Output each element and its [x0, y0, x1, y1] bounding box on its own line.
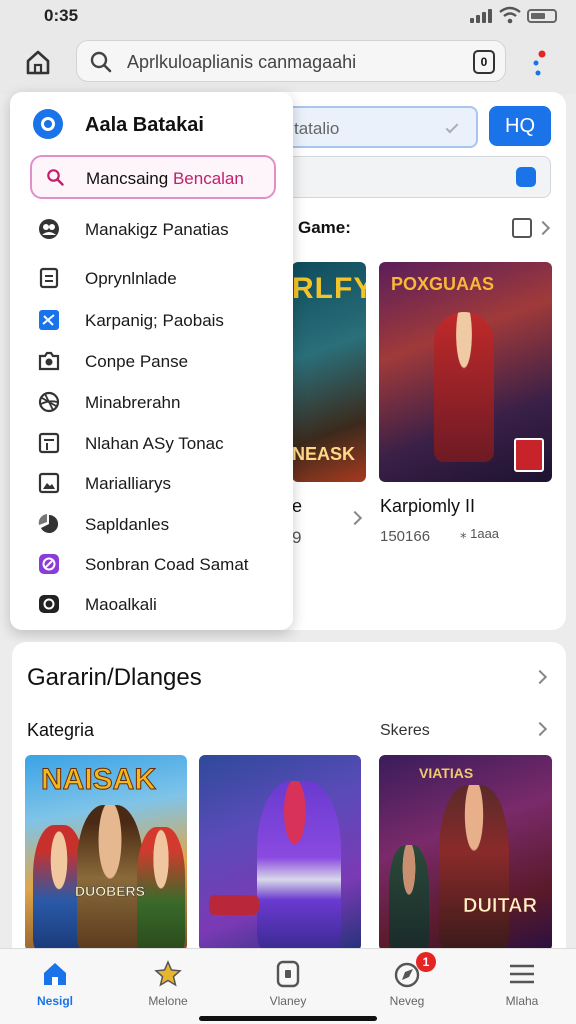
category-card-subtitle: DUITAR — [463, 895, 538, 918]
drawer-item-label: Conpe Panse — [85, 352, 189, 371]
drawer-item-6[interactable]: Marialliarys — [10, 466, 293, 502]
drawer-item-label: Maoalkali — [85, 595, 157, 614]
secondary-input[interactable] — [286, 156, 551, 198]
tab-count-button[interactable]: 0 — [473, 50, 495, 74]
drawer-item-label: Karpanig; Paobais — [85, 311, 224, 330]
game-card-title: POXGUAAS — [391, 274, 495, 294]
drawer-item-label: Oprynlnlade — [85, 269, 177, 288]
drawer-item-label: Manakigz Panatias — [85, 220, 229, 239]
gift-icon[interactable] — [512, 218, 532, 238]
drawer-item-8[interactable]: Sonbran Coad Samat — [10, 547, 293, 583]
drawer-item-7[interactable]: Sapldanles — [10, 507, 293, 543]
drawer-title: Aala Batakai — [85, 114, 204, 136]
category-label: Kategria — [27, 720, 95, 740]
drawer-item-9[interactable]: Maoalkali — [10, 587, 293, 623]
nav-item-compass[interactable]: 1 Neveg — [357, 952, 457, 1014]
game-rating-badge — [514, 438, 544, 472]
game-card-title: RLFY — [292, 272, 366, 305]
game-name-left: e — [292, 496, 303, 516]
home-icon[interactable] — [22, 46, 54, 78]
category-card-1[interactable]: NAISAK DUOBERS — [25, 755, 187, 951]
battery-icon — [527, 9, 557, 23]
drawer-search-item[interactable]: Mancsaing Bencalan — [30, 155, 276, 199]
drawer-search-label: Mancsaing Bencalan — [86, 169, 244, 188]
character-image — [257, 781, 341, 951]
nav-item-home[interactable]: Nesigl — [5, 958, 105, 1014]
drawer-item-2[interactable]: Karpanig; Paobais — [10, 303, 293, 339]
game-meta-left: 9 — [292, 528, 302, 547]
game-character-image — [434, 312, 494, 462]
game-rating-right: ⁎ 1aaa — [460, 526, 500, 541]
home-indicator[interactable] — [199, 1016, 377, 1021]
character-image — [389, 845, 429, 951]
game-name-right: Karpiomly II — [380, 496, 476, 516]
address-search-bar[interactable]: Aprlkuloaplianis canmagaahi 0 — [76, 40, 506, 82]
menu-icon — [510, 964, 534, 984]
drawer-item-5[interactable]: Nlahan ASy Tonac — [10, 426, 293, 462]
category-card-subtitle: DUOBERS — [75, 883, 146, 900]
car-image — [209, 895, 259, 915]
status-time: 0:35 — [44, 6, 79, 25]
games-section-label: Game: — [298, 218, 351, 237]
nav-label: Neveg — [389, 994, 425, 1008]
scores-label: Skeres — [380, 722, 430, 739]
home-icon — [44, 963, 66, 985]
text-field-value: tatalio — [294, 119, 340, 138]
circle-link-icon — [39, 554, 59, 574]
category-card-2[interactable] — [199, 755, 361, 951]
nav-item-menu[interactable]: Mlaha — [472, 958, 572, 1014]
drawer-item-label: Sonbran Coad Samat — [85, 555, 249, 574]
nav-label: Melone — [148, 994, 188, 1008]
drawer-item-4[interactable]: Minabrerahn — [10, 385, 293, 421]
app-logo-icon — [33, 109, 63, 139]
search-text: Aprlkuloaplianis canmagaahi — [127, 52, 357, 72]
category-card-3[interactable]: VIATIAS DUITAR — [379, 755, 552, 951]
camera-icon — [38, 351, 60, 371]
signal-icon — [470, 9, 492, 23]
drawer-item-0[interactable]: Manakigz Panatias — [10, 212, 293, 248]
check-icon — [445, 120, 459, 134]
nav-item-star[interactable]: Melone — [118, 958, 218, 1014]
nav-item-phone[interactable]: Vlaney — [238, 958, 338, 1014]
drawer-item-label: Minabrerahn — [85, 393, 181, 412]
game-meta-right: 150166 — [380, 528, 431, 545]
more-menu-icon[interactable] — [532, 48, 546, 78]
nav-label: Vlaney — [269, 994, 307, 1008]
document-icon — [39, 267, 59, 289]
search-icon — [90, 51, 112, 73]
drawer-item-label: Marialliarys — [85, 474, 171, 493]
nav-label: Nesigl — [36, 994, 73, 1008]
camera-lens-icon — [39, 595, 59, 613]
section-title: Gararin/Dlanges — [27, 664, 202, 691]
category-card-title: NAISAK — [40, 763, 157, 797]
star-icon — [154, 960, 182, 987]
globe-icon — [38, 391, 60, 413]
category-card-title: VIATIAS — [419, 765, 474, 781]
nav-label: Mlaha — [505, 994, 539, 1008]
character-image — [77, 805, 143, 951]
side-drawer: Aala Batakai Mancsaing Bencalan Manakigz… — [10, 92, 293, 630]
game-card-subtitle: NEASK — [292, 444, 356, 464]
shield-icon — [516, 167, 536, 187]
hq-button[interactable]: HQ — [489, 106, 551, 146]
drawer-item-label: Sapldanles — [85, 515, 170, 534]
drawer-item-label: Nlahan ASy Tonac — [85, 434, 224, 453]
notification-badge: 1 — [416, 952, 436, 972]
drawer-item-3[interactable]: Conpe Panse — [10, 344, 293, 380]
search-icon — [47, 169, 64, 186]
wifi-icon — [499, 6, 521, 24]
phone-icon — [276, 960, 300, 988]
text-field[interactable]: tatalio — [286, 106, 478, 148]
drawer-item-1[interactable]: Oprynlnlade — [10, 261, 293, 297]
status-bar: 0:35 — [0, 0, 576, 32]
game-card-right[interactable]: POXGUAAS — [379, 262, 552, 482]
users-icon — [39, 219, 59, 239]
checkbox-icon — [39, 310, 59, 330]
character-image — [439, 785, 509, 951]
image-icon — [38, 472, 60, 494]
pie-chart-icon — [38, 514, 59, 533]
game-card-left[interactable]: RLFY NEASK — [292, 262, 366, 482]
form-icon — [38, 432, 60, 454]
